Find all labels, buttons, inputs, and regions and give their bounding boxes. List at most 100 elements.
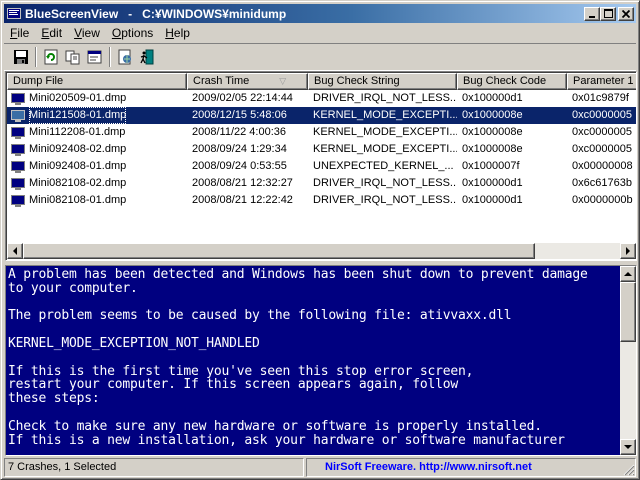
bug-check-code: 0x100000d1 (462, 194, 523, 206)
close-icon (622, 9, 630, 18)
toolbar (4, 43, 636, 71)
parameter-1: 0x6c61763b (572, 177, 632, 189)
menu-options[interactable]: Options (106, 26, 159, 40)
list-horizontal-scrollbar[interactable] (7, 243, 636, 259)
crash-time: 2008/11/22 4:00:36 (192, 126, 286, 138)
nirsoft-link[interactable]: NirSoft Freeware. http://www.nirsoft.net (306, 458, 636, 477)
bug-check-string: KERNEL_MODE_EXCEPTI... (308, 107, 457, 124)
dump-file-name: Mini092408-02.dmp (29, 143, 127, 155)
refresh-button[interactable] (40, 46, 62, 68)
dump-file-name: Mini020509-01.dmp (29, 92, 127, 104)
sort-descending-icon: ▽ (279, 76, 287, 86)
parameter-1: 0xc0000005 (572, 126, 632, 138)
dump-file-icon (11, 143, 25, 156)
menu-file[interactable]: File (4, 26, 35, 40)
bluescreen-line (8, 296, 620, 310)
menu-edit[interactable]: Edit (35, 26, 68, 40)
app-window: BlueScreenView - C:¥WINDOWS¥minidump Fil… (0, 0, 640, 480)
bluescreen-line: KERNEL_MODE_EXCEPTION_NOT_HANDLED (8, 335, 260, 351)
scroll-down-button[interactable] (620, 439, 636, 455)
list-rows: Mini020509-01.dmp 2009/02/05 22:14:44 DR… (7, 90, 636, 209)
exit-icon (140, 49, 154, 65)
html-report-button[interactable] (114, 46, 136, 68)
bluescreen-line: to your computer. (8, 280, 138, 296)
exit-button[interactable] (136, 46, 158, 68)
arrow-up-icon (624, 272, 632, 276)
crash-time: 2008/08/21 12:22:42 (192, 194, 293, 206)
crash-time: 2008/12/15 5:48:06 (187, 107, 308, 124)
crash-time: 2009/02/05 22:14:44 (192, 92, 293, 104)
table-row[interactable]: Mini092408-02.dmp 2008/09/24 1:29:34 KER… (7, 141, 636, 158)
properties-button[interactable] (84, 46, 106, 68)
column-bug-check-code[interactable]: Bug Check Code (457, 73, 567, 90)
bluescreen-pane: A problem has been detected and Windows … (5, 265, 637, 456)
crash-time: 2008/09/24 0:53:55 (192, 160, 287, 172)
title-bar[interactable]: BlueScreenView - C:¥WINDOWS¥minidump (4, 4, 636, 23)
arrow-left-icon (13, 247, 17, 255)
dump-file-icon (11, 92, 25, 105)
parameter-1: 0x01c9879f (572, 92, 629, 104)
bug-check-code: 0x1000007f (462, 160, 520, 172)
column-bug-check-string[interactable]: Bug Check String (308, 73, 457, 90)
bluescreen-line (8, 323, 620, 337)
parameter-1: 0x00000008 (572, 160, 633, 172)
bluescreen-text: A problem has been detected and Windows … (8, 268, 620, 447)
scroll-right-button[interactable] (620, 243, 636, 259)
dump-file-icon (11, 160, 25, 173)
toolbar-separator (35, 47, 37, 67)
scroll-track[interactable] (23, 243, 620, 259)
table-row[interactable]: Mini020509-01.dmp 2009/02/05 22:14:44 DR… (7, 90, 636, 107)
table-row[interactable]: Mini082108-01.dmp 2008/08/21 12:22:42 DR… (7, 192, 636, 209)
properties-icon (87, 50, 102, 64)
copy-button[interactable] (62, 46, 84, 68)
arrow-down-icon (624, 445, 632, 449)
column-parameter-1[interactable]: Parameter 1 (567, 73, 636, 90)
dump-file-icon (11, 194, 25, 207)
bug-check-code: 0x1000008e (457, 107, 567, 124)
bluescreen-line: A problem has been detected and Windows … (8, 267, 588, 282)
bug-check-code: 0x1000008e (462, 143, 523, 155)
scroll-thumb[interactable] (23, 243, 535, 259)
resize-grip-icon[interactable] (621, 462, 635, 476)
scroll-up-button[interactable] (620, 266, 636, 282)
bluescreen-line: restart your computer. If this screen ap… (8, 377, 458, 393)
table-row[interactable]: Mini112208-01.dmp 2008/11/22 4:00:36 KER… (7, 124, 636, 141)
dump-file-name: Mini112208-01.dmp (29, 126, 126, 138)
parameter-1: 0xc0000005 (572, 143, 632, 155)
bug-check-string: DRIVER_IRQL_NOT_LESS... (313, 177, 457, 189)
bluescreen-line: these steps: (8, 391, 100, 407)
close-button[interactable] (618, 6, 634, 21)
maximize-icon (603, 9, 613, 18)
menu-help[interactable]: Help (159, 26, 196, 40)
bluescreen-line: Check to make sure any new hardware or s… (8, 418, 542, 434)
maximize-button[interactable] (600, 6, 616, 21)
dump-file-icon (11, 109, 25, 122)
dump-file-icon (11, 177, 25, 190)
parameter-1: 0x0000000b (572, 194, 633, 206)
bug-check-string: DRIVER_IRQL_NOT_LESS... (313, 92, 457, 104)
save-button[interactable] (10, 46, 32, 68)
toolbar-separator (109, 47, 111, 67)
table-row[interactable]: Mini121508-01.dmp 2008/12/15 5:48:06 KER… (7, 107, 636, 124)
bluescreen-vertical-scrollbar[interactable] (620, 266, 636, 455)
menu-view[interactable]: View (68, 26, 106, 40)
dump-file-name: Mini092408-01.dmp (29, 160, 127, 172)
crash-list[interactable]: Dump File Crash Time ▽ Bug Check String B… (5, 71, 637, 261)
bluescreen-line: If this is the first time you've seen th… (8, 363, 474, 379)
bug-check-code: 0x100000d1 (462, 177, 523, 189)
scroll-track[interactable] (620, 282, 636, 439)
scroll-left-button[interactable] (7, 243, 23, 259)
dump-file-name: Mini082108-01.dmp (29, 194, 127, 206)
table-row[interactable]: Mini092408-01.dmp 2008/09/24 0:53:55 UNE… (7, 158, 636, 175)
scroll-thumb[interactable] (620, 282, 636, 342)
html-report-icon (118, 49, 131, 65)
window-title: BlueScreenView - C:¥WINDOWS¥minidump (25, 6, 287, 21)
column-dump-file[interactable]: Dump File (7, 73, 187, 90)
minimize-button[interactable] (584, 6, 600, 21)
dump-file-name: Mini121508-01.dmp (29, 107, 127, 124)
bluescreen-line (8, 406, 620, 420)
table-row[interactable]: Mini082108-02.dmp 2008/08/21 12:32:27 DR… (7, 175, 636, 192)
refresh-icon (44, 49, 58, 65)
column-crash-time[interactable]: Crash Time ▽ (187, 73, 308, 90)
bug-check-code: 0x1000008e (462, 126, 523, 138)
